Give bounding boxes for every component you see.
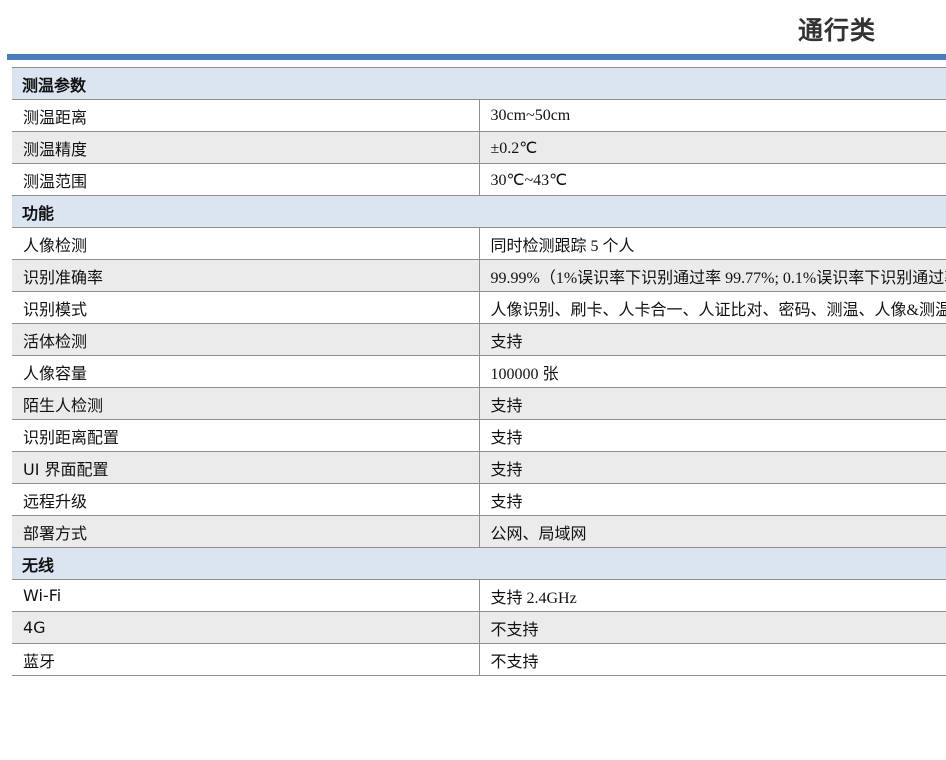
spec-label: 4G <box>12 611 480 644</box>
spec-label: 测温精度 <box>12 131 480 164</box>
header-rule <box>7 54 946 60</box>
spec-value: 99.99%（1%误识率下识别通过率 99.77%; 0.1%误识率下识别通过率… <box>479 259 946 292</box>
spec-row: 识别准确率 99.99%（1%误识率下识别通过率 99.77%; 0.1%误识率下… <box>12 259 946 292</box>
spec-label: Wi-Fi <box>12 579 480 612</box>
spec-value: 100000 张 <box>479 355 946 388</box>
spec-value: 支持 <box>479 419 946 452</box>
spec-label: 活体检测 <box>12 323 480 356</box>
spec-label: 识别距离配置 <box>12 419 480 452</box>
spec-value: 支持 2.4GHz <box>479 579 946 612</box>
spec-row: 测温距离 30cm~50cm <box>12 99 946 132</box>
spec-row: 远程升级 支持 <box>12 483 946 516</box>
document-header: 通行类 <box>0 0 946 52</box>
spec-value: 公网、局域网 <box>479 515 946 548</box>
spec-row: 识别距离配置 支持 <box>12 419 946 452</box>
spec-value: ±0.2℃ <box>479 131 946 164</box>
spec-row: 蓝牙 不支持 <box>12 643 946 676</box>
section-header-row: 测温参数 <box>12 67 946 100</box>
spec-row: 活体检测 支持 <box>12 323 946 356</box>
spec-label: 测温距离 <box>12 99 480 132</box>
spec-row: 陌生人检测 支持 <box>12 387 946 420</box>
spec-label: 蓝牙 <box>12 643 480 676</box>
section-title: 功能 <box>12 195 946 228</box>
spec-value: 人像识别、刷卡、人卡合一、人证比对、密码、测温、人像&测温 <box>479 291 946 324</box>
spec-label: UI 界面配置 <box>12 451 480 484</box>
spec-row: 识别模式 人像识别、刷卡、人卡合一、人证比对、密码、测温、人像&测温 <box>12 291 946 324</box>
spec-label: 测温范围 <box>12 163 480 196</box>
spec-row: UI 界面配置 支持 <box>12 451 946 484</box>
spec-row: 人像容量 100000 张 <box>12 355 946 388</box>
spec-label: 人像容量 <box>12 355 480 388</box>
spec-value: 支持 <box>479 323 946 356</box>
spec-table-body: 测温参数 测温距离 30cm~50cm 测温精度 ±0.2℃ 测温范围 30℃~43℃ 功能人… <box>12 67 946 676</box>
spec-value: 支持 <box>479 387 946 420</box>
spec-label: 识别准确率 <box>12 259 480 292</box>
spec-row: 测温精度 ±0.2℃ <box>12 131 946 164</box>
section-title: 无线 <box>12 547 946 580</box>
spec-table: 测温参数 测温距离 30cm~50cm 测温精度 ±0.2℃ 测温范围 30℃~43℃ 功能人… <box>12 67 946 676</box>
spec-value: 同时检测跟踪 5 个人 <box>479 227 946 260</box>
section-title: 测温参数 <box>12 67 946 100</box>
spec-value: 不支持 <box>479 643 946 676</box>
section-header-row: 无线 <box>12 547 946 580</box>
spec-label: 人像检测 <box>12 227 480 260</box>
spec-value: 30℃~43℃ <box>479 163 946 196</box>
spec-label: 识别模式 <box>12 291 480 324</box>
spec-value: 支持 <box>479 451 946 484</box>
spec-row: 部署方式 公网、局域网 <box>12 515 946 548</box>
spec-label: 远程升级 <box>12 483 480 516</box>
section-header-row: 功能 <box>12 195 946 228</box>
spec-row: Wi-Fi 支持 2.4GHz <box>12 579 946 612</box>
spec-value: 30cm~50cm <box>479 99 946 132</box>
spec-row: 测温范围 30℃~43℃ <box>12 163 946 196</box>
spec-label: 部署方式 <box>12 515 480 548</box>
spec-row: 人像检测 同时检测跟踪 5 个人 <box>12 227 946 260</box>
spec-value: 不支持 <box>479 611 946 644</box>
spec-label: 陌生人检测 <box>12 387 480 420</box>
document-title: 通行类 <box>797 16 876 45</box>
spec-row: 4G 不支持 <box>12 611 946 644</box>
spec-value: 支持 <box>479 483 946 516</box>
